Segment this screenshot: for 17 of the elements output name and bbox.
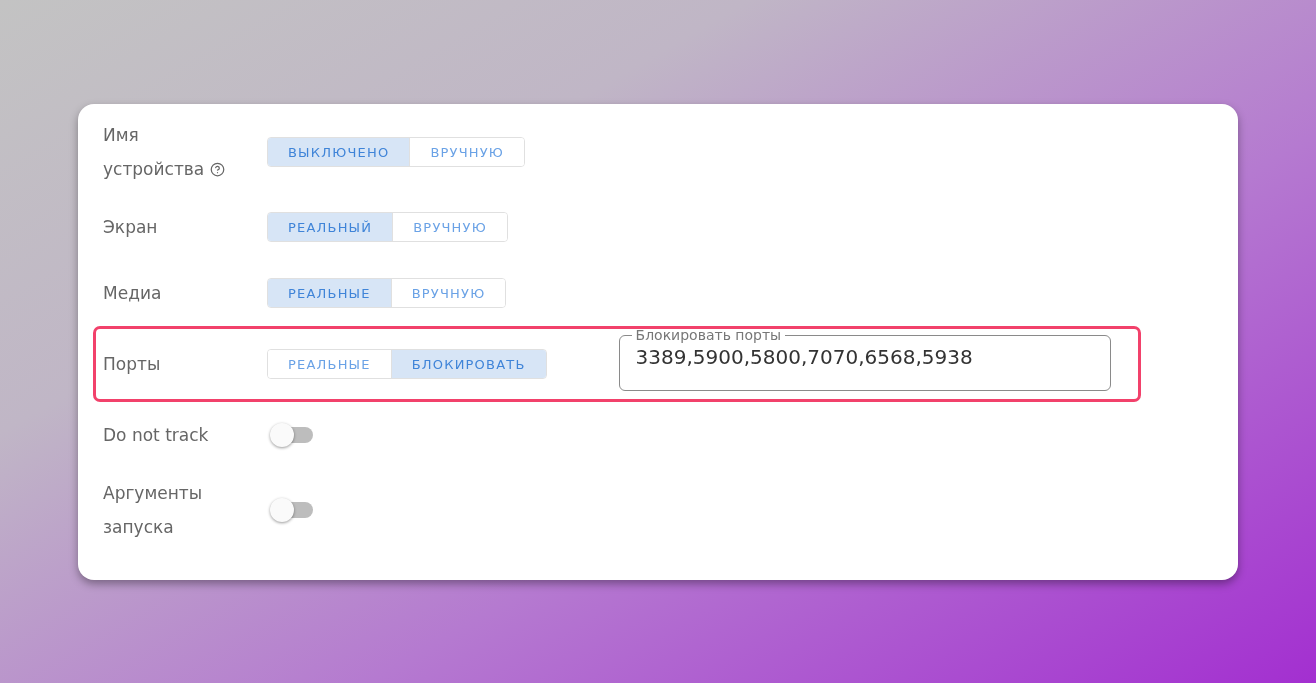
option-button[interactable]: ВРУЧНУЮ	[390, 279, 506, 307]
setting-label: Аргументы запуска	[103, 483, 203, 537]
option-button[interactable]: ВРУЧНУЮ	[409, 138, 525, 166]
setting-label: Медиа	[103, 283, 162, 303]
field-value: 3389,5900,5800,7070,6568,5938	[635, 344, 973, 369]
setting-label: Порты	[103, 354, 161, 374]
setting-label: Do not track	[103, 425, 209, 445]
setting-label: Имя устройства	[103, 125, 205, 179]
field-label: Блокировать порты	[634, 327, 783, 343]
option-button[interactable]: БЛОКИРОВАТЬ	[390, 350, 546, 378]
help-icon[interactable]	[210, 162, 226, 177]
option-button[interactable]: ВЫКЛЮЧЕНО	[268, 138, 410, 166]
option-button[interactable]: РЕАЛЬНЫЕ	[268, 279, 391, 307]
option-button[interactable]: РЕАЛЬНЫЙ	[268, 213, 393, 241]
setting-label: Экран	[103, 217, 158, 237]
option-button[interactable]: ВРУЧНУЮ	[392, 213, 507, 241]
ports-field[interactable]: Блокировать порты 3389,5900,5800,7070,6568,5938	[618, 327, 1111, 391]
